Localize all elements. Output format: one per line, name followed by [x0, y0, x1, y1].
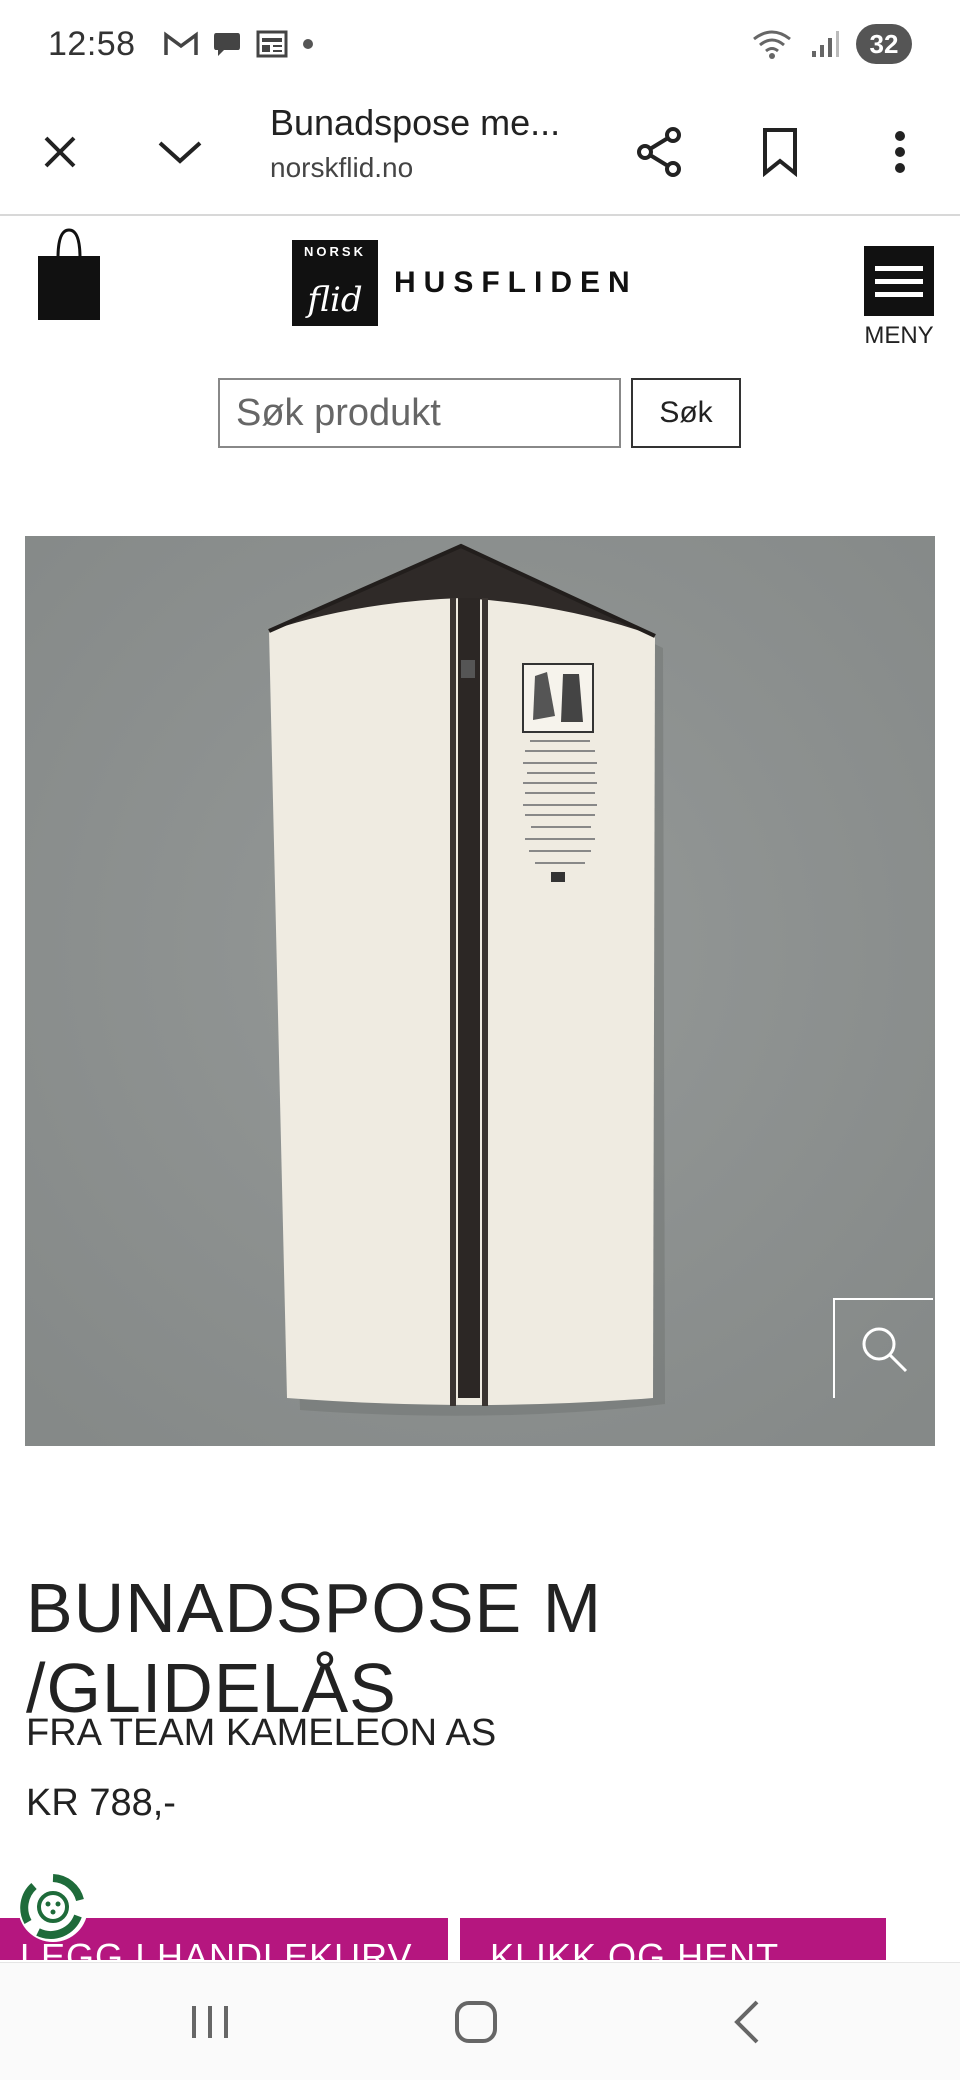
signal-icon [812, 31, 839, 57]
page-title-area[interactable]: Bunadspose me... norskflid.no [270, 102, 590, 184]
page-url: norskflid.no [270, 152, 414, 183]
wifi-icon [753, 30, 791, 59]
logo-wordmark: HUSFLIDEN [394, 266, 638, 299]
recycle-icon [18, 1872, 88, 1942]
product-image[interactable] [25, 536, 935, 1446]
gmail-icon [163, 31, 198, 55]
bookmark-button[interactable] [740, 88, 820, 216]
recent-apps-icon [192, 2006, 228, 2038]
share-icon [637, 127, 681, 177]
more-options-button[interactable] [860, 88, 940, 216]
browser-toolbar: Bunadspose me... norskflid.no [0, 88, 960, 216]
search-input[interactable] [218, 378, 621, 448]
logo-box-bottom-text: flid [307, 280, 363, 320]
menu-button[interactable]: MENY [864, 246, 934, 350]
share-button[interactable] [620, 88, 700, 216]
chevron-down-icon [158, 141, 202, 164]
product-price: KR 788,- [26, 1782, 176, 1824]
search-button[interactable]: Søk [631, 378, 741, 448]
cookie-consent-button[interactable] [16, 1870, 90, 1944]
battery-indicator: 32 [856, 24, 912, 64]
product-vendor: FRA TEAM KAMELEON AS [26, 1712, 497, 1754]
chat-icon [213, 33, 240, 56]
page-title: Bunadspose me... [270, 102, 561, 143]
recent-apps-button[interactable] [150, 1963, 270, 2080]
notification-icons [163, 30, 314, 58]
back-icon [734, 2000, 759, 2044]
close-icon [44, 136, 76, 168]
click-and-collect-button[interactable]: KLIKK OG HENT [460, 1918, 886, 1960]
logo-mark: NORSK flid [292, 240, 378, 326]
site-header: NORSK flid HUSFLIDEN MENY [0, 218, 960, 358]
menu-label: MENY [864, 322, 934, 349]
search-icon [862, 1327, 908, 1373]
news-icon [256, 30, 288, 58]
logo-box-top-text: NORSK [304, 244, 366, 259]
search-bar: Søk [218, 378, 741, 448]
status-bar: 12:58 32 [0, 0, 960, 88]
zoom-button[interactable] [833, 1298, 933, 1398]
system-nav-bar [0, 1962, 960, 2080]
minimize-button[interactable] [140, 88, 220, 216]
close-tab-button[interactable] [20, 88, 100, 216]
dot-icon [302, 39, 313, 49]
bookmark-icon [763, 128, 797, 177]
site-logo[interactable]: NORSK flid HUSFLIDEN [292, 240, 638, 326]
more-vert-icon [895, 131, 905, 173]
click-and-collect-label: KLIKK OG HENT [490, 1936, 780, 1960]
home-icon [455, 2001, 497, 2043]
shopping-bag-icon [38, 228, 100, 320]
shopping-bag-button[interactable] [36, 226, 102, 322]
back-button[interactable] [686, 1963, 806, 2080]
product-title: BUNADSPOSE M /GLIDELÅS [26, 1569, 602, 1727]
status-time: 12:58 [48, 24, 136, 63]
home-button[interactable] [416, 1963, 536, 2080]
cta-row: LEGG I HANDLEKURV KLIKK OG HENT [0, 1918, 960, 1960]
hamburger-icon [864, 246, 934, 316]
garment-bag-image [25, 536, 935, 1446]
